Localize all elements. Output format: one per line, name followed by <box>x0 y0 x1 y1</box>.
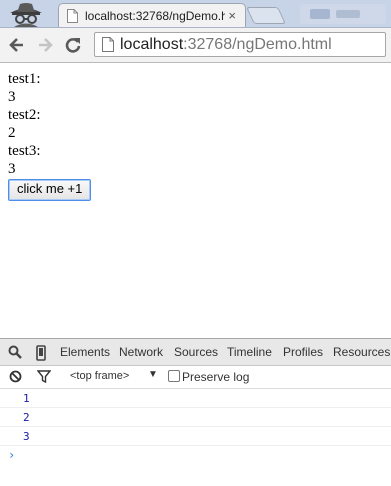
console-prompt[interactable]: › <box>0 446 391 464</box>
reload-button[interactable] <box>64 36 82 58</box>
filter-icon[interactable] <box>36 370 52 386</box>
back-arrow-icon <box>9 38 23 52</box>
url-host: localhost <box>120 36 184 53</box>
url-text: localhost:32768/ngDemo.html <box>120 36 332 54</box>
console-line: 2 <box>0 408 391 427</box>
profile-area <box>300 4 386 24</box>
test1-label: test1: <box>8 71 41 87</box>
tab-title: localhost:32768/ngDemo.h <box>85 9 225 23</box>
preserve-log-checkbox[interactable] <box>168 370 180 382</box>
forward-arrow-icon <box>39 38 53 52</box>
device-mode-icon[interactable] <box>36 345 46 364</box>
url-path: :32768/ngDemo.html <box>183 36 332 53</box>
page-icon <box>102 37 114 52</box>
test2-label: test2: <box>8 107 41 123</box>
tab-network[interactable]: Network <box>119 345 163 359</box>
frame-selector[interactable]: <top frame> <box>70 370 129 382</box>
forward-button[interactable] <box>36 36 54 57</box>
test3-label: test3: <box>8 143 41 159</box>
tab-profiles[interactable]: Profiles <box>283 345 323 359</box>
incognito-icon <box>4 1 48 27</box>
test2-value: 2 <box>8 125 16 141</box>
address-bar[interactable]: localhost:32768/ngDemo.html <box>94 32 386 57</box>
tab-resources[interactable]: Resources <box>333 345 390 359</box>
page-icon <box>67 9 78 23</box>
click-me-button[interactable]: click me +1 <box>8 179 92 201</box>
clear-console-icon[interactable] <box>9 370 22 386</box>
search-icon[interactable] <box>8 345 22 362</box>
test1-value: 3 <box>8 89 16 105</box>
tab-timeline[interactable]: Timeline <box>227 345 272 359</box>
reload-icon <box>65 38 81 53</box>
tab-elements[interactable]: Elements <box>60 345 110 359</box>
preserve-log-label: Preserve log <box>182 370 250 384</box>
console-output: 1 2 3 › <box>0 389 391 464</box>
tab-close-button[interactable]: × <box>228 8 236 23</box>
devtools-panel: Elements Network Sources Timeline Profil… <box>0 338 391 486</box>
console-line: 1 <box>0 389 391 408</box>
tab-strip: localhost:32768/ngDemo.h × <box>0 0 391 28</box>
back-button[interactable] <box>8 36 26 57</box>
tab-sources[interactable]: Sources <box>174 345 218 359</box>
devtools-tabbar: Elements Network Sources Timeline Profil… <box>0 339 391 366</box>
page-content: test1: 3 test2: 2 test3: 3 click me +1 <box>8 70 92 201</box>
chevron-down-icon[interactable]: ▼ <box>148 369 158 380</box>
browser-toolbar: localhost:32768/ngDemo.html <box>0 28 391 63</box>
browser-tab[interactable]: localhost:32768/ngDemo.h × <box>58 3 246 27</box>
console-toolbar: <top frame> ▼ Preserve log <box>0 366 391 389</box>
console-line: 3 <box>0 427 391 446</box>
test3-value: 3 <box>8 161 16 177</box>
new-tab-button[interactable] <box>246 7 286 24</box>
